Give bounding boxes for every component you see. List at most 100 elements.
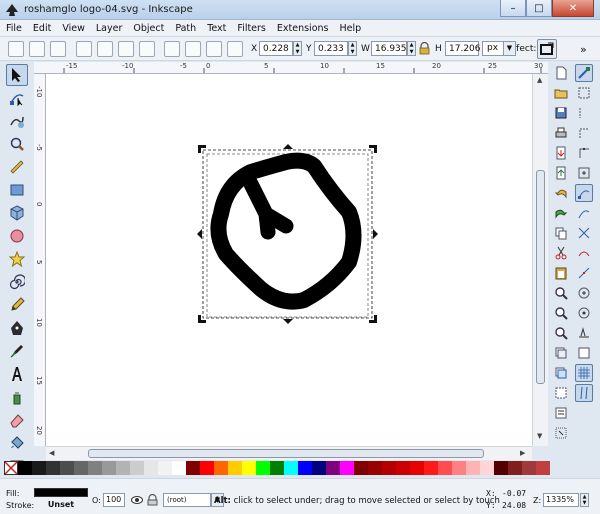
pencil-tool[interactable] [6,294,28,316]
color-swatch[interactable] [312,461,326,475]
snap-rotation-center-icon[interactable] [575,304,593,322]
color-swatch[interactable] [200,461,214,475]
deselect-icon[interactable] [50,41,66,57]
menu-help[interactable]: Help [339,23,361,34]
color-swatch[interactable] [158,461,172,475]
menu-object[interactable]: Object [133,23,164,34]
measure-tool[interactable] [6,156,28,178]
color-swatch[interactable] [46,461,60,475]
color-swatch[interactable] [74,461,88,475]
y-input[interactable]: 0.233 [314,41,348,56]
x-spinner[interactable]: ▲ ▼ [293,41,302,56]
save-icon[interactable] [552,104,570,122]
snap-guide-icon[interactable] [575,384,593,402]
color-swatch[interactable] [116,461,130,475]
layer-lock-icon[interactable] [147,494,158,506]
snap-bbox-icon[interactable] [575,84,593,102]
color-swatch[interactable] [88,461,102,475]
snap-toggle-icon[interactable] [575,64,593,82]
color-swatch[interactable] [214,461,228,475]
color-swatch[interactable] [144,461,158,475]
color-swatch[interactable] [242,461,256,475]
color-swatch[interactable] [536,461,550,475]
zoom-spinner[interactable]: ▲ ▼ [580,493,589,507]
undo-icon[interactable] [552,184,570,202]
logo-hand[interactable] [243,176,294,240]
w-input[interactable]: 16.935 [371,41,407,56]
group-icon[interactable] [552,384,570,402]
color-swatch[interactable] [424,461,438,475]
scroll-down-icon[interactable]: ▼ [537,432,542,440]
color-swatch[interactable] [452,461,466,475]
snap-grid-icon[interactable] [575,364,593,382]
menu-filters[interactable]: Filters [237,23,265,34]
spray-tool[interactable] [6,386,28,408]
no-paint-swatch[interactable] [4,461,18,475]
zoom-page-icon[interactable] [552,324,570,342]
color-swatch[interactable] [32,461,46,475]
open-document-icon[interactable] [552,84,570,102]
star-tool[interactable] [6,248,28,270]
color-swatch[interactable] [354,461,368,475]
color-swatch[interactable] [172,461,186,475]
redo-icon[interactable] [552,204,570,222]
menu-path[interactable]: Path [175,23,196,34]
ellipse-tool[interactable] [6,225,28,247]
eraser-tool[interactable] [6,409,28,431]
color-swatch[interactable] [228,461,242,475]
color-swatch[interactable] [298,461,312,475]
color-swatch[interactable] [438,461,452,475]
export-icon[interactable] [552,164,570,182]
color-swatch[interactable] [326,461,340,475]
snap-smooth-icon[interactable] [575,244,593,262]
calligraphy-tool[interactable] [6,340,28,362]
y-spinner[interactable]: ▲ ▼ [348,41,357,56]
color-swatch[interactable] [396,461,410,475]
copy-icon[interactable] [552,224,570,242]
snap-path-icon[interactable] [575,204,593,222]
flip-horizontal-icon[interactable] [118,41,134,57]
color-swatch[interactable] [480,461,494,475]
flip-vertical-icon[interactable] [139,41,155,57]
menu-extensions[interactable]: Extensions [277,23,329,34]
zoom-selection-icon[interactable] [552,284,570,302]
duplicate-icon[interactable] [552,344,570,362]
color-swatch[interactable] [340,461,354,475]
spiral-tool[interactable] [6,271,28,293]
snap-text-baseline-icon[interactable] [575,324,593,342]
menu-view[interactable]: View [62,23,85,34]
color-swatch[interactable] [382,461,396,475]
color-swatch[interactable] [494,461,508,475]
lower-to-bottom-icon[interactable] [164,41,180,57]
snap-center-icon[interactable] [575,164,593,182]
pen-tool[interactable] [6,317,28,339]
zoom-tool[interactable] [6,133,28,155]
zoom-drawing-icon[interactable] [552,304,570,322]
text-tool[interactable] [6,363,28,385]
align-distribute-icon[interactable] [552,424,570,442]
color-swatch[interactable] [284,461,298,475]
lower-icon[interactable] [185,41,201,57]
menu-edit[interactable]: Edit [33,23,51,34]
w-spinner[interactable]: ▲ ▼ [407,41,416,56]
scroll-left-icon[interactable]: ◀ [49,449,54,457]
toolbar-overflow-button[interactable]: » [580,43,587,56]
print-icon[interactable] [552,124,570,142]
clone-icon[interactable] [552,364,570,382]
paint-bucket-tool[interactable] [6,432,28,454]
scroll-right-icon[interactable]: ▶ [520,449,525,457]
snap-bbox-corner-icon[interactable] [575,124,593,142]
lock-icon[interactable] [419,42,430,55]
unit-dropdown-arrow[interactable]: ▼ [504,41,516,56]
color-swatch[interactable] [130,461,144,475]
scroll-up-icon[interactable]: ▲ [537,76,542,84]
fill-indicator[interactable] [34,488,88,497]
color-swatch[interactable] [368,461,382,475]
rotate-cw-icon[interactable] [97,41,113,57]
unit-select[interactable]: px [482,41,504,56]
close-button[interactable]: ✕ [552,0,594,17]
vertical-scroll-thumb[interactable] [536,170,545,384]
raise-icon[interactable] [206,41,222,57]
h-input[interactable]: 17.206 [445,41,481,56]
snap-intersection-icon[interactable] [575,224,593,242]
